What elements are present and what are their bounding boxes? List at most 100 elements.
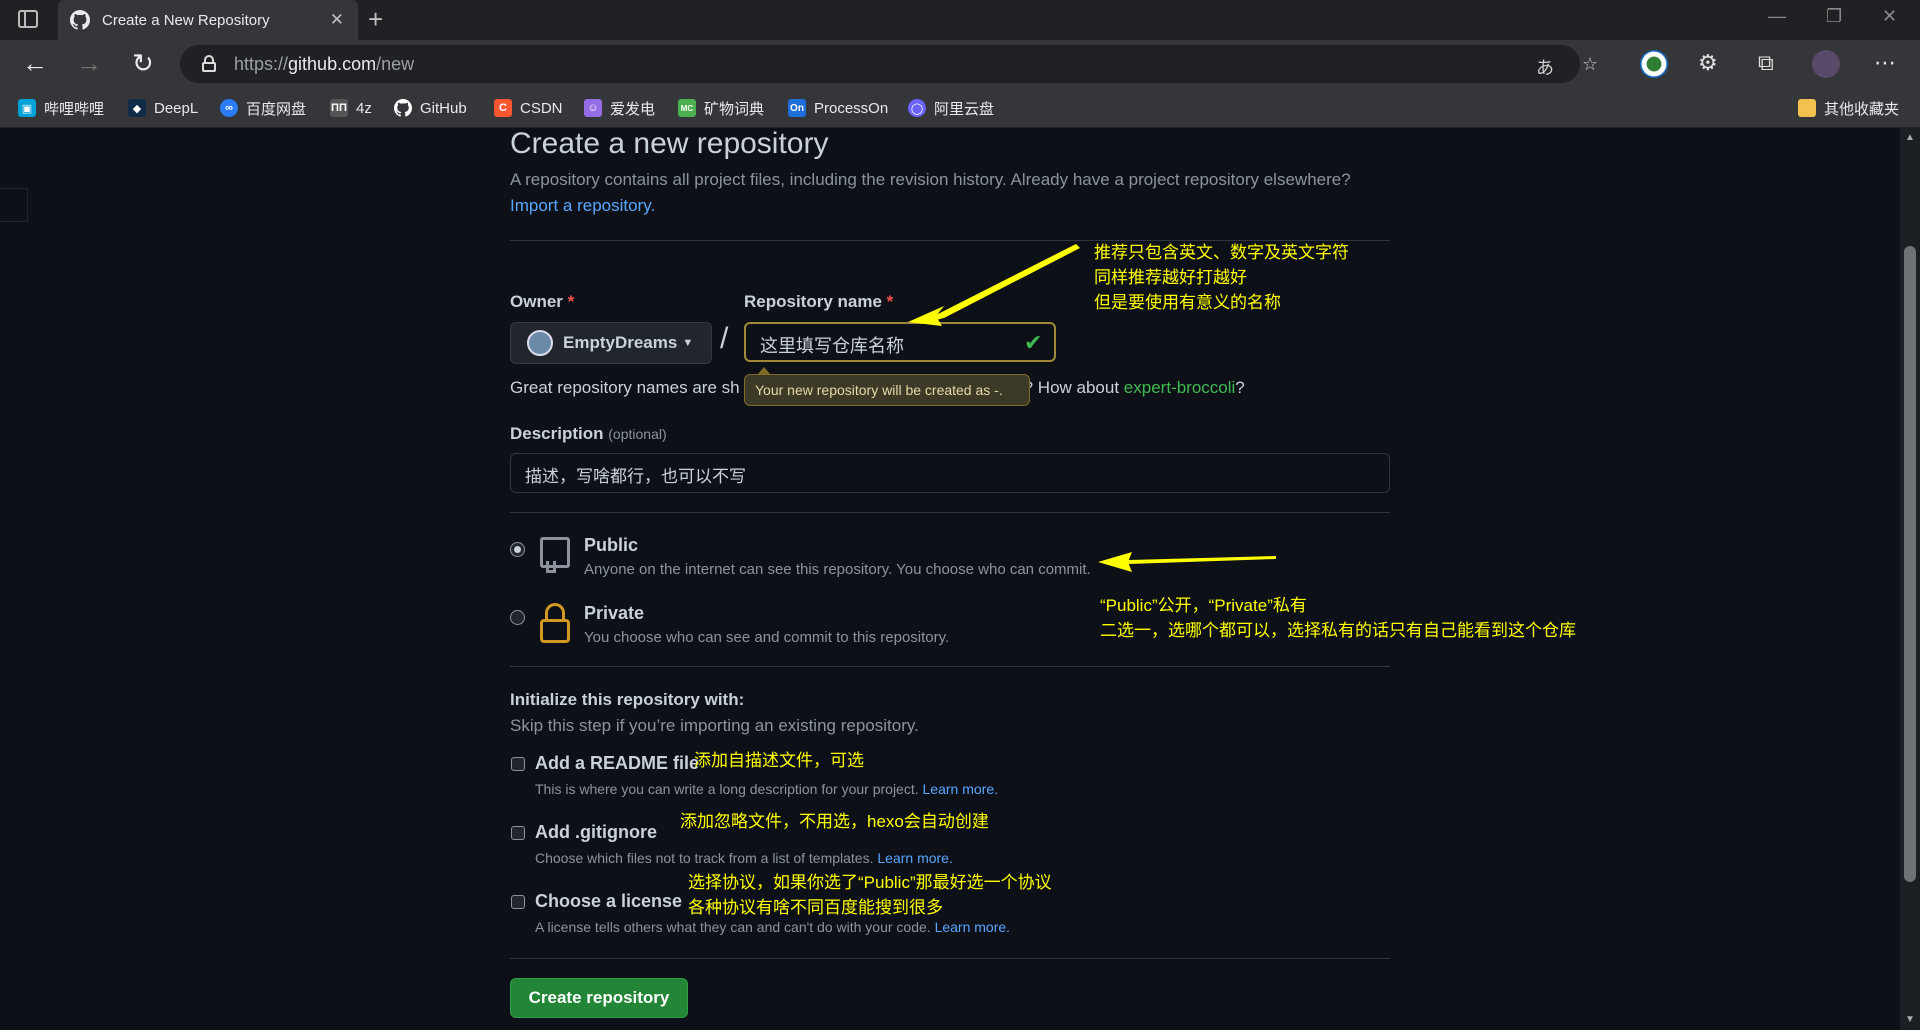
gitignore-learn-more-link[interactable]: Learn more. <box>877 850 952 866</box>
bookmark-deepl[interactable]: ◆ DeepL <box>128 88 198 128</box>
gitignore-annotation: 添加忽略文件，不用选，hexo会自动创建 <box>680 812 989 831</box>
public-title: Public <box>584 535 639 555</box>
browser-essentials-icon[interactable]: ⧉ <box>1758 50 1774 76</box>
owner-value: EmptyDreams <box>563 333 678 352</box>
other-bookmarks[interactable]: 其他收藏夹 <box>1798 88 1899 128</box>
license-learn-more-link[interactable]: Learn more. <box>935 919 1010 935</box>
bookmark-csdn[interactable]: C CSDN <box>494 88 563 128</box>
bookmark-label: GitHub <box>420 99 467 117</box>
page-scrollbar[interactable]: ▲ ▼ <box>1900 128 1920 1030</box>
reload-icon[interactable]: ↻ <box>132 48 154 79</box>
private-radio[interactable] <box>510 610 525 625</box>
bookmark-label: ProcessOn <box>814 99 889 117</box>
arrow-head-public <box>1098 552 1132 572</box>
extension-globe-icon[interactable] <box>1640 50 1668 78</box>
bookmark-afdian[interactable]: ☺ 爱发电 <box>584 88 655 128</box>
repo-name-label: Repository name * <box>744 292 894 311</box>
page-edge-marker <box>0 188 28 222</box>
bookmark-baidu-pan[interactable]: ∞ 百度网盘 <box>220 88 306 128</box>
processon-icon: On <box>788 99 806 117</box>
license-checkbox[interactable] <box>511 895 525 909</box>
bookmark-label: 4z <box>356 99 372 117</box>
bookmark-4z[interactable]: ΠΠ 4z <box>330 88 372 128</box>
favorite-add-icon[interactable]: ☆ <box>1582 54 1598 75</box>
minimize-icon[interactable]: — <box>1768 6 1786 27</box>
bookmark-aliyun-pan[interactable]: ◯ 阿里云盘 <box>908 88 994 128</box>
readme-checkbox[interactable] <box>511 757 525 771</box>
browser-navbar: ← → ↻ https://github.com/new あ ☆ ⚙ ⧉ ⋯ <box>0 40 1920 88</box>
bookmark-github[interactable]: GitHub <box>394 88 467 128</box>
readme-description: This is where you can write a long descr… <box>535 781 998 797</box>
bookmark-mineral[interactable]: MC 矿物词典 <box>678 88 764 128</box>
browser-tab[interactable]: Create a New Repository ✕ <box>58 0 358 40</box>
bookmark-label: 爱发电 <box>610 100 656 118</box>
readme-learn-more-link[interactable]: Learn more. <box>923 781 998 797</box>
bookmark-label: 百度网盘 <box>246 100 307 118</box>
lock-icon[interactable] <box>202 55 216 72</box>
check-icon: ✔ <box>1024 330 1043 355</box>
license-title: Choose a license <box>535 891 683 911</box>
tab-close-icon[interactable]: ✕ <box>330 10 344 30</box>
arrow-to-public <box>1128 556 1276 564</box>
scroll-down-icon[interactable]: ▼ <box>1905 1014 1915 1025</box>
divider <box>510 512 1390 513</box>
window-close-icon[interactable]: ✕ <box>1882 6 1897 27</box>
bookmark-label: 矿物词典 <box>704 100 765 118</box>
url-text: https://github.com/new <box>234 54 415 74</box>
scroll-up-icon[interactable]: ▲ <box>1905 132 1915 143</box>
bookmark-label: DeepL <box>154 99 199 117</box>
4z-icon: ΠΠ <box>330 99 348 117</box>
description-input[interactable]: 描述，写啥都行，也可以不写 <box>510 453 1390 493</box>
profile-avatar[interactable] <box>1812 50 1840 78</box>
license-annotation: 选择协议，如果你选了“Public”那最好选一个协议 各种协议有啥不同百度能搜到… <box>688 873 1052 917</box>
tab-title: Create a New Repository <box>102 11 270 29</box>
suggested-name-link[interactable]: expert-broccoli <box>1124 378 1236 397</box>
scrollbar-thumb[interactable] <box>1904 246 1916 882</box>
owner-label: Owner * <box>510 292 575 311</box>
public-radio[interactable] <box>510 542 525 557</box>
bookmark-label: CSDN <box>520 99 563 117</box>
bookmark-bilibili[interactable]: ▣ 哔哩哔哩 <box>18 88 104 128</box>
arrow-to-repo-name <box>928 244 1080 322</box>
bookmarks-bar: ▣ 哔哩哔哩 ◆ DeepL ∞ 百度网盘 ΠΠ 4z GitHub C CSDN ☺ 爱发… <box>0 88 1920 128</box>
divider <box>510 666 1390 667</box>
bookmark-label: 哔哩哔哩 <box>44 100 105 118</box>
repo-name-annotation: 推荐只包含英文、数字及英文字符 同样推荐越好打越好 但是要使用有意义的名称 <box>1094 243 1349 312</box>
owner-repo-separator: / <box>720 322 729 355</box>
afdian-icon: ☺ <box>584 99 602 117</box>
back-icon[interactable]: ← <box>22 48 48 79</box>
baidu-pan-icon: ∞ <box>220 99 238 117</box>
create-repository-button[interactable]: Create repository <box>510 978 688 1018</box>
deepl-icon: ◆ <box>128 99 146 117</box>
browser-titlebar: Create a New Repository ✕ + — ❐ ✕ <box>0 0 1920 40</box>
bookmark-label: 阿里云盘 <box>934 100 995 118</box>
lock-icon <box>540 603 570 643</box>
sidebar-toggle-icon[interactable] <box>18 10 38 28</box>
github-icon <box>70 10 90 30</box>
description-label: Description (optional) <box>510 424 667 443</box>
github-icon <box>394 99 412 117</box>
visibility-annotation: “Public”公开，“Private”私有 二选一，选哪个都可以，选择私有的话… <box>1100 596 1576 640</box>
caret-down-icon: ▼ <box>682 337 694 349</box>
aliyun-pan-icon: ◯ <box>908 99 926 117</box>
forward-icon[interactable]: → <box>76 48 102 79</box>
bilibili-icon: ▣ <box>18 99 36 117</box>
restore-icon[interactable]: ❐ <box>1826 6 1842 27</box>
init-title: Initialize this repository with: <box>510 690 745 709</box>
repository-name-input[interactable]: 这里填写仓库名称 <box>744 322 1056 362</box>
extensions-icon[interactable]: ⚙ <box>1698 50 1718 76</box>
owner-select[interactable]: EmptyDreams ▼ <box>510 322 712 364</box>
translate-icon[interactable]: あ <box>1536 54 1554 80</box>
divider <box>510 958 1390 959</box>
public-description: Anyone on the internet can see this repo… <box>584 561 1091 578</box>
owner-avatar <box>527 330 553 356</box>
license-description: A license tells others what they can and… <box>535 919 1011 935</box>
bookmark-processon[interactable]: On ProcessOn <box>788 88 888 128</box>
page-subtitle: A repository contains all project files,… <box>510 170 1351 189</box>
import-repository-link[interactable]: Import a repository. <box>510 196 655 216</box>
address-bar[interactable]: https://github.com/new あ ☆ <box>180 45 1598 83</box>
private-title: Private <box>584 603 645 623</box>
gitignore-checkbox[interactable] <box>511 826 525 840</box>
new-tab-icon[interactable]: + <box>368 4 383 35</box>
more-menu-icon[interactable]: ⋯ <box>1874 50 1896 76</box>
